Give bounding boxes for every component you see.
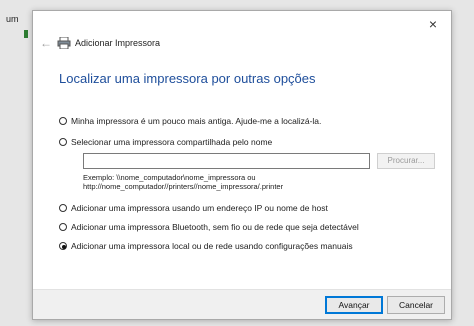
radio-ip-address[interactable]	[59, 204, 67, 212]
option-ip-address-label: Adicionar uma impressora usando um ender…	[71, 203, 328, 213]
example-line-1: Exemplo: \\nome_computador\nome_impresso…	[83, 173, 256, 182]
option-local-manual[interactable]: Adicionar uma impressora local ou de red…	[59, 241, 353, 251]
next-button[interactable]: Avançar	[325, 296, 383, 314]
cancel-button[interactable]: Cancelar	[387, 296, 445, 314]
radio-local-manual[interactable]	[59, 242, 67, 250]
option-bluetooth[interactable]: Adicionar uma impressora Bluetooth, sem …	[59, 222, 359, 232]
browse-button[interactable]: Procurar...	[377, 153, 435, 169]
add-printer-dialog: × ← Adicionar Impressora Localizar uma i…	[32, 10, 452, 320]
radio-shared-printer[interactable]	[59, 138, 67, 146]
page-heading: Localizar uma impressora por outras opçõ…	[59, 71, 316, 86]
radio-older-printer[interactable]	[59, 117, 67, 125]
dialog-title: Adicionar Impressora	[75, 38, 161, 48]
example-line-2: http://nome_computador//printers//nome_i…	[83, 182, 284, 191]
shared-printer-name-input[interactable]	[83, 153, 370, 169]
dialog-footer: Avançar Cancelar	[33, 289, 451, 319]
example-text: Exemplo: \\nome_computador\nome_impresso…	[83, 173, 283, 191]
option-shared-printer-label: Selecionar uma impressora compartilhada …	[71, 137, 273, 147]
background-mark	[24, 30, 28, 38]
option-shared-printer[interactable]: Selecionar uma impressora compartilhada …	[59, 137, 272, 147]
option-local-manual-label: Adicionar uma impressora local ou de red…	[71, 241, 353, 251]
option-ip-address[interactable]: Adicionar uma impressora usando um ender…	[59, 203, 328, 213]
back-arrow-icon[interactable]: ←	[37, 35, 55, 51]
radio-bluetooth[interactable]	[59, 223, 67, 231]
close-icon[interactable]: ×	[423, 15, 443, 33]
option-older-printer-label: Minha impressora é um pouco mais antiga.…	[71, 116, 322, 126]
option-bluetooth-label: Adicionar uma impressora Bluetooth, sem …	[71, 222, 359, 232]
option-older-printer[interactable]: Minha impressora é um pouco mais antiga.…	[59, 116, 321, 126]
printer-icon	[57, 37, 71, 49]
background-partial-text: um	[6, 14, 19, 24]
